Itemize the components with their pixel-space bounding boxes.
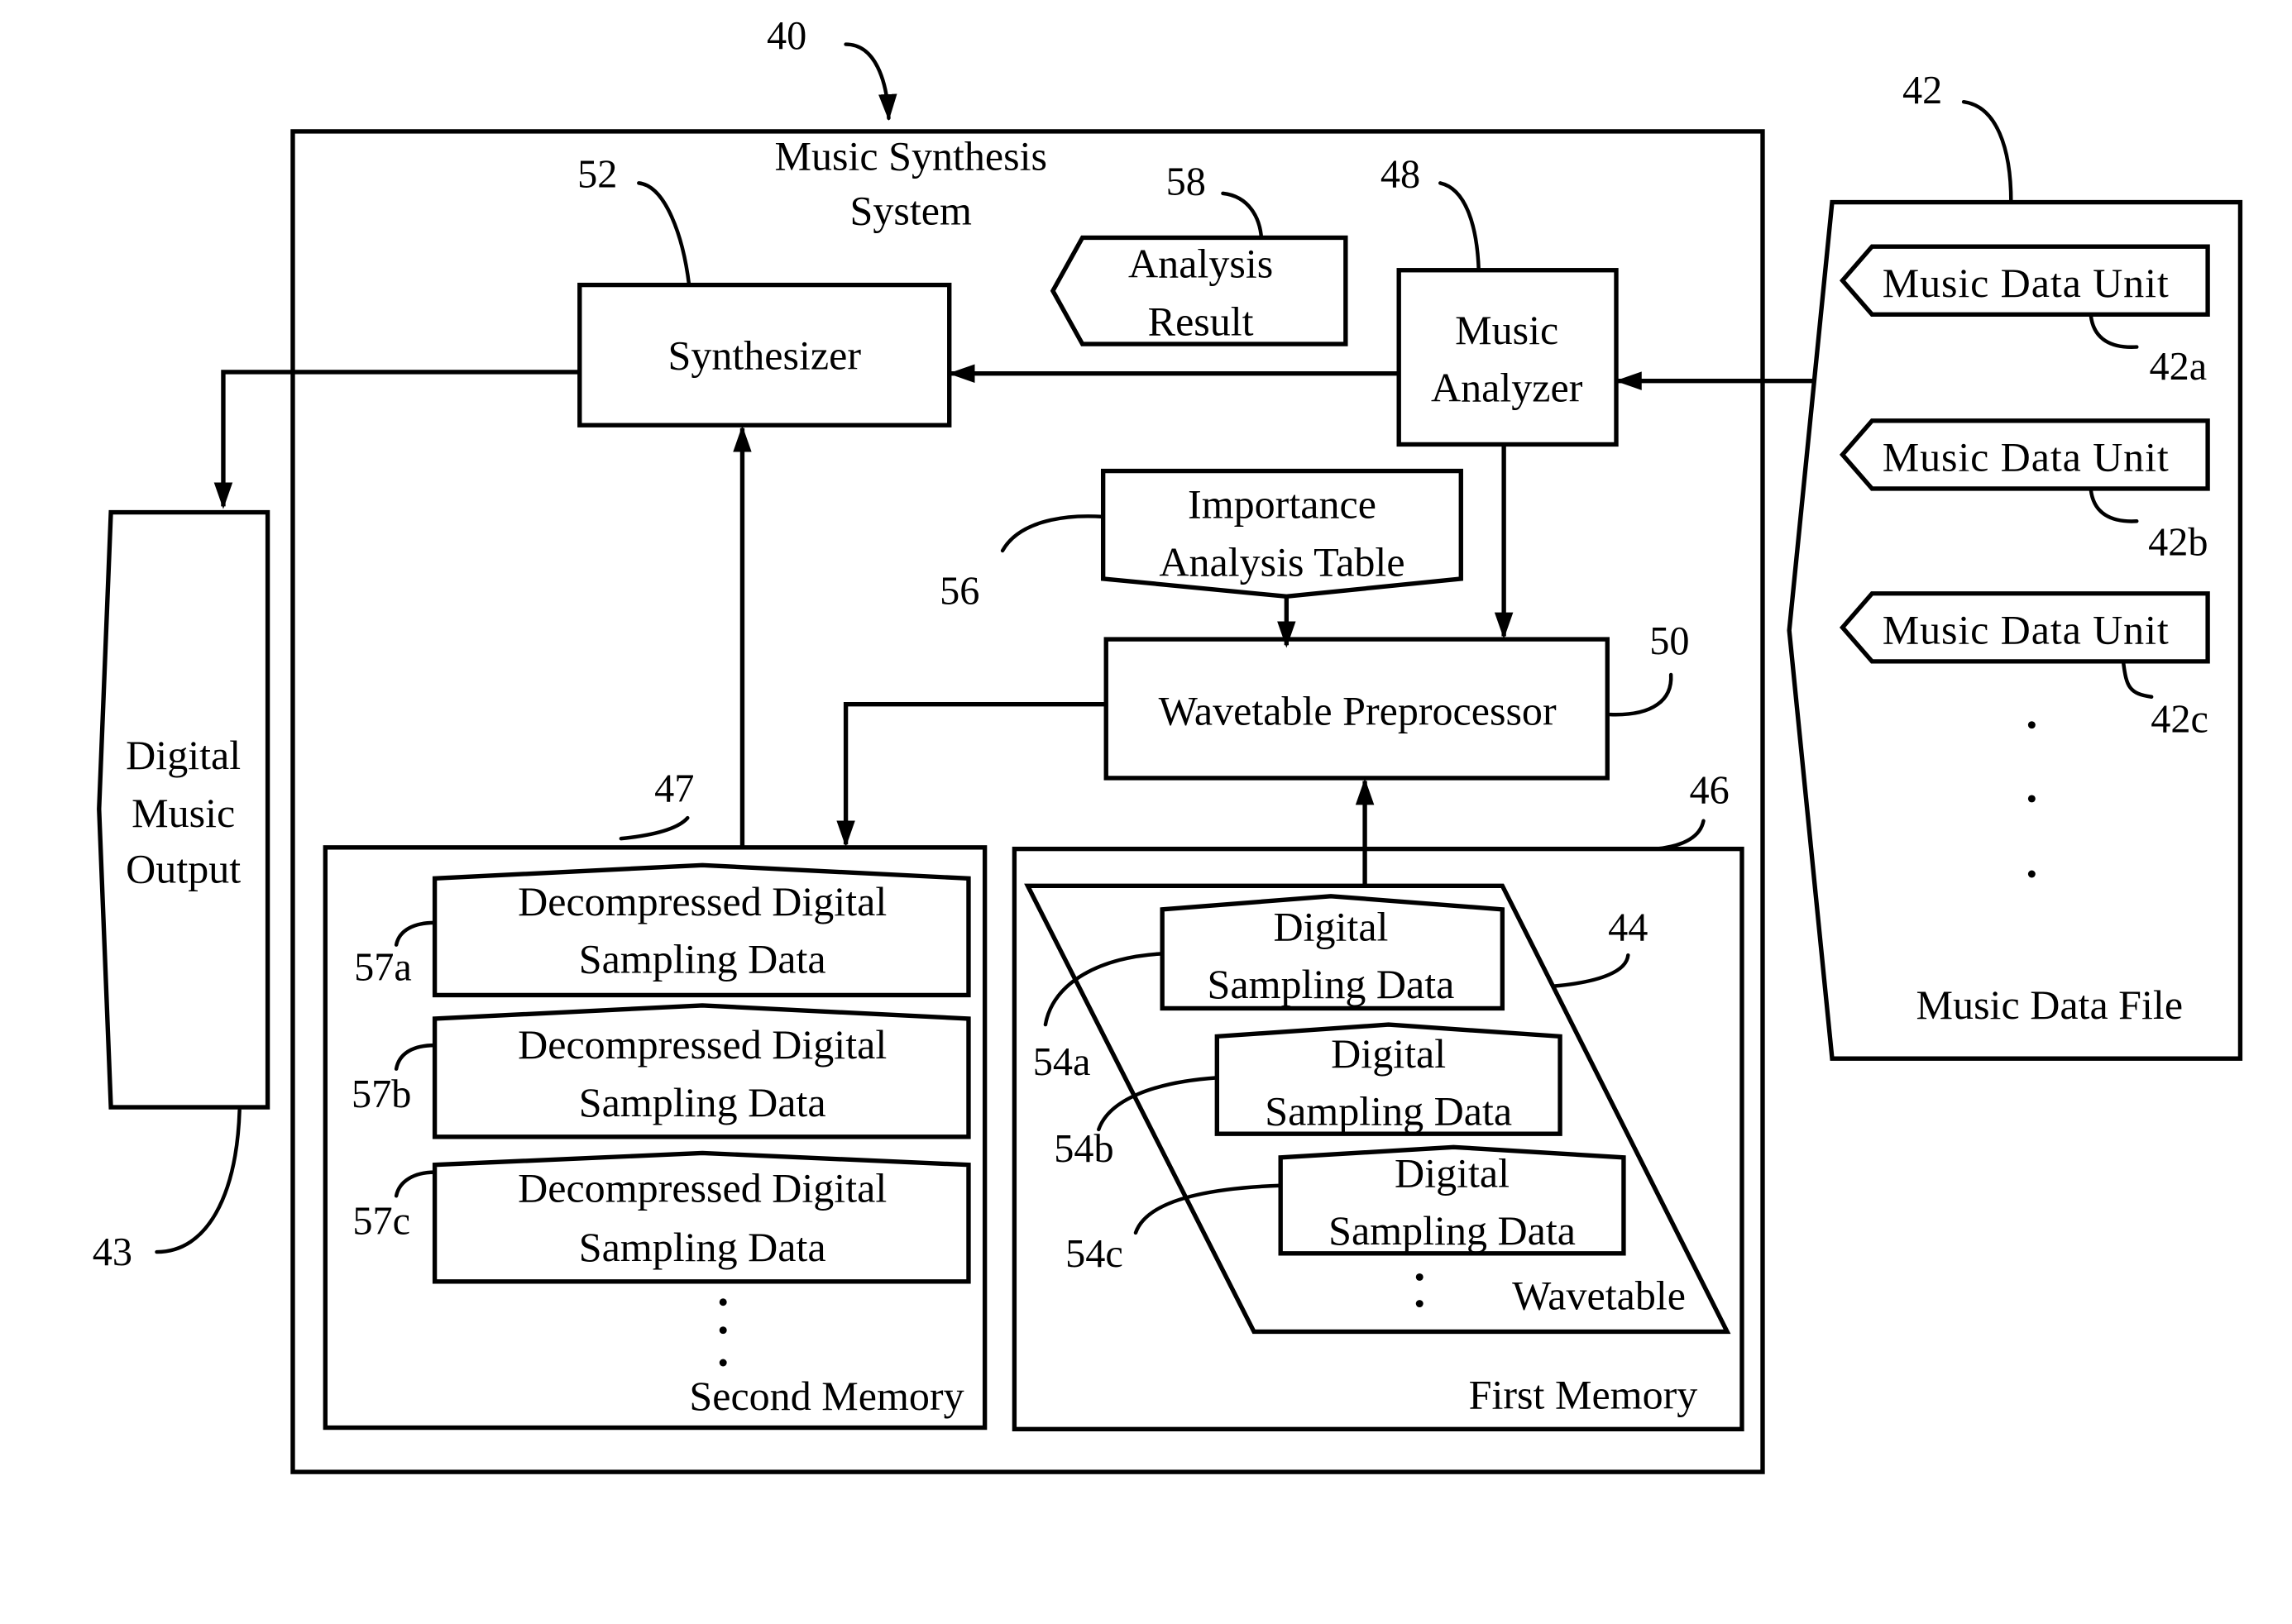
ref-label-58: 58 [1166,160,1206,204]
synthesizer-block: Synthesizer [577,282,952,427]
ref-label-42c: 42c [2151,698,2208,742]
ref-52: 52 [577,153,691,287]
ref-40: 40 [767,14,897,122]
digital-54b-line2: Sampling Data [1265,1088,1512,1134]
ref-label-50: 50 [1649,619,1689,663]
decompressed-57b-line2: Sampling Data [579,1079,826,1125]
ref-label-54a: 54a [1033,1040,1091,1084]
ref-label-57c: 57c [352,1200,410,1244]
ref-50: 50 [1608,619,1689,717]
digital-54c-line1: Digital [1395,1150,1510,1197]
decompressed-57c-line1: Decompressed Digital [518,1164,887,1211]
ref-label-42a: 42a [2150,345,2208,389]
first-memory-label: First Memory [1469,1371,1698,1417]
analysis-result-line1: Analysis [1128,241,1273,287]
digital-music-output-line3: Output [126,846,241,892]
music-analyzer-line1: Music [1455,307,1558,353]
ref-43: 43 [93,1108,242,1274]
ref-label-42: 42 [1902,69,1942,112]
ref-label-57a: 57a [354,946,412,990]
digital-54c-line2: Sampling Data [1328,1207,1576,1254]
arrow-preprocessor-to-second-memory [836,701,1107,848]
system-title-line2: System [850,187,972,233]
ref-48: 48 [1380,153,1481,272]
music-data-unit-42a-label: Music Data Unit [1883,260,2170,306]
music-data-unit-42b-label: Music Data Unit [1883,434,2170,480]
ref-label-52: 52 [577,153,617,197]
ref-label-56: 56 [940,569,979,613]
ref-46: 46 [1654,768,1730,851]
ref-47: 47 [619,767,694,841]
music-analyzer-line2: Analyzer [1431,365,1583,411]
ref-58: 58 [1166,160,1264,240]
decompressed-item-57a: Decompressed Digital Sampling Data 57a [354,862,971,998]
wavetable-preprocessor-label: Wavetable Preprocessor [1159,688,1557,734]
ref-label-46: 46 [1690,768,1730,812]
system-title-line1: Music Synthesis [774,132,1047,179]
decompressed-57a-line1: Decompressed Digital [518,878,887,924]
decompressed-57a-line2: Sampling Data [579,936,826,982]
digital-54a-line2: Sampling Data [1208,961,1455,1007]
music-data-file-label: Music Data File [1916,982,2183,1028]
importance-analysis-table-block: Importance Analysis Table [1100,468,1463,599]
decompressed-item-57b: Decompressed Digital Sampling Data 57b [352,1003,971,1139]
ref-42: 42 [1902,69,2013,204]
music-data-unit-42c-label: Music Data Unit [1883,606,2170,652]
second-memory-label: Second Memory [689,1373,964,1419]
ref-label-54c: 54c [1065,1232,1123,1276]
wavetable-label: Wavetable [1512,1273,1686,1319]
digital-music-output-block: Digital Music Output [97,509,270,1110]
analysis-result-block: Analysis Result [1050,235,1348,346]
wavetable-preprocessor-block: Wavetable Preprocessor [1103,637,1610,781]
synthesizer-label: Synthesizer [668,332,862,378]
ref-label-42b: 42b [2148,520,2208,564]
digital-54a-line1: Digital [1273,903,1388,949]
ref-label-54b: 54b [1054,1127,1113,1171]
ref-label-47: 47 [654,767,694,811]
importance-table-line1: Importance [1188,481,1376,528]
ref-label-40: 40 [767,14,806,58]
music-synthesis-diagram: Music Synthesis System 40 Synthesizer 52… [93,14,2243,1474]
music-analyzer-block: Music Analyzer [1396,268,1619,447]
ref-56: 56 [940,514,1105,613]
ref-label-48: 48 [1380,153,1420,197]
decompressed-item-57c: Decompressed Digital Sampling Data 57c [352,1150,971,1284]
connectors [213,364,1813,886]
analysis-result-line2: Result [1148,298,1254,344]
digital-54b-line1: Digital [1331,1030,1446,1077]
ref-label-57b: 57b [352,1072,411,1116]
ref-label-43: 43 [93,1230,132,1274]
digital-music-output-line2: Music [132,790,235,836]
arrow-synthesizer-to-output [213,370,580,509]
digital-music-output-line1: Digital [126,732,241,778]
importance-table-line2: Analysis Table [1159,538,1404,585]
decompressed-57b-line1: Decompressed Digital [518,1021,887,1068]
ref-label-44: 44 [1608,905,1648,949]
decompressed-57c-line2: Sampling Data [579,1224,826,1270]
